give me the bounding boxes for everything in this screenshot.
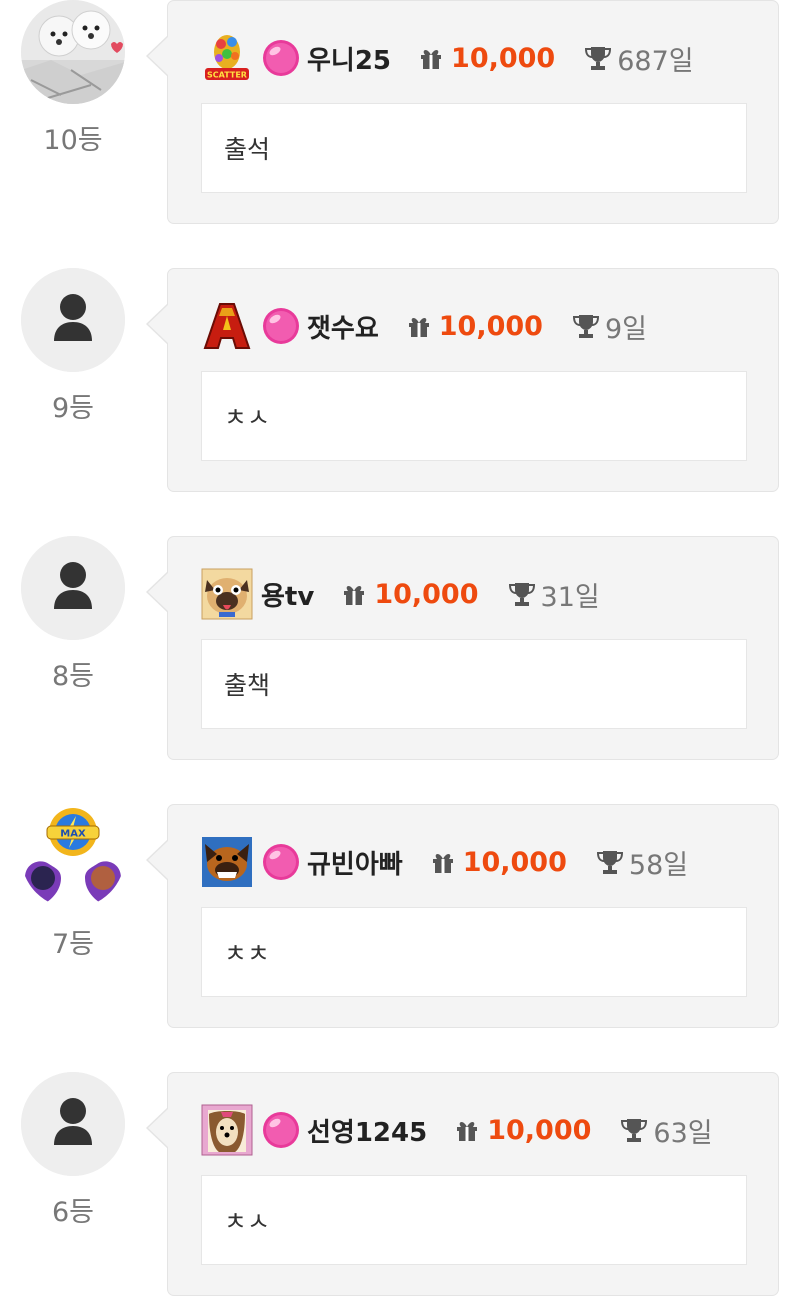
pink-candy-icon [261, 306, 301, 346]
svg-text:SCATTER: SCATTER [207, 71, 247, 80]
avatar[interactable] [21, 0, 125, 104]
trophy-icon [572, 313, 599, 339]
gift-amount: 10,000 [374, 578, 479, 610]
ranking-entry: 10등 SCATTER 우니25 10,000 687일 출석 [0, 0, 800, 240]
nickname[interactable]: 잿수요 [307, 308, 379, 345]
rank-label: 9등 [51, 393, 95, 424]
comment-header: 선영1245 10,000 63일 [201, 1103, 713, 1157]
rank-label: 6등 [51, 1197, 95, 1228]
scatter-badge-icon: SCATTER [201, 32, 253, 84]
comment-message: 출석 [201, 103, 747, 193]
rank-label: 10등 [43, 125, 103, 156]
avatar[interactable] [21, 268, 125, 372]
nickname[interactable]: 용tv [261, 576, 314, 613]
comment-header: 용tv 10,000 31일 [201, 567, 600, 621]
max-badges-icon: MAX [21, 804, 125, 908]
trophy-icon [621, 1117, 648, 1143]
default-user-icon [21, 1072, 125, 1176]
avatar[interactable] [21, 1072, 125, 1176]
rank-label: 8등 [51, 661, 95, 692]
letter-a-badge-icon [201, 300, 253, 352]
comment-header: SCATTER 우니25 10,000 687일 [201, 31, 694, 85]
comment-card: 잿수요 10,000 9일 ㅊㅅ [146, 268, 779, 492]
comment-header: 잿수요 10,000 9일 [201, 299, 647, 353]
attendance-days: 63일 [653, 1117, 713, 1149]
comment-header: 규빈아빠 10,000 58일 [201, 835, 688, 889]
gift-icon [455, 1118, 479, 1142]
gift-icon [407, 314, 431, 338]
shih-tzu-badge-icon [201, 1104, 253, 1156]
puppies-photo-icon [21, 0, 125, 104]
comment-card: 규빈아빠 10,000 58일 ㅊㅊ [146, 804, 779, 1028]
gift-amount: 10,000 [462, 846, 567, 878]
ranking-entry: 8등 용tv 10,000 31일 출책 [0, 536, 800, 776]
pink-candy-icon [261, 842, 301, 882]
nickname[interactable]: 선영1245 [307, 1112, 427, 1149]
ranking-entry: 6등 선영1245 10,000 63일 ㅊㅅ [0, 1072, 800, 1312]
ranking-entry: 9등 잿수요 10,000 9일 ㅊㅅ [0, 268, 800, 508]
pink-candy-icon [261, 1110, 301, 1150]
gift-amount: 10,000 [451, 42, 556, 74]
comment-message: ㅊㅅ [201, 1175, 747, 1265]
nickname[interactable]: 우니25 [307, 40, 391, 77]
rank-label: 7등 [51, 929, 95, 960]
gift-amount: 10,000 [438, 310, 543, 342]
comment-card: SCATTER 우니25 10,000 687일 출석 [146, 0, 779, 224]
trophy-icon [508, 581, 535, 607]
svg-text:MAX: MAX [60, 829, 86, 840]
comment-message: ㅊㅅ [201, 371, 747, 461]
avatar[interactable] [21, 536, 125, 640]
gift-amount: 10,000 [487, 1114, 592, 1146]
comment-message: 출책 [201, 639, 747, 729]
default-user-icon [21, 268, 125, 372]
pug-badge-icon [201, 568, 253, 620]
avatar[interactable]: MAX [21, 804, 125, 908]
gift-icon [419, 46, 443, 70]
attendance-days: 58일 [628, 849, 689, 881]
pink-candy-icon [261, 38, 301, 78]
trophy-icon [596, 849, 623, 875]
gift-icon [342, 582, 366, 606]
attendance-days: 9일 [604, 313, 647, 345]
comment-card: 선영1245 10,000 63일 ㅊㅅ [146, 1072, 779, 1296]
attendance-days: 687일 [617, 45, 694, 77]
nickname[interactable]: 규빈아빠 [307, 844, 403, 881]
dog-badge-icon [201, 836, 253, 888]
gift-icon [431, 850, 455, 874]
trophy-icon [585, 45, 612, 71]
comment-card: 용tv 10,000 31일 출책 [146, 536, 779, 760]
comment-message: ㅊㅊ [201, 907, 747, 997]
default-user-icon [21, 536, 125, 640]
attendance-days: 31일 [540, 581, 600, 613]
ranking-entry: MAX 7등 규빈아빠 10,000 58일 ㅊㅊ [0, 804, 800, 1044]
